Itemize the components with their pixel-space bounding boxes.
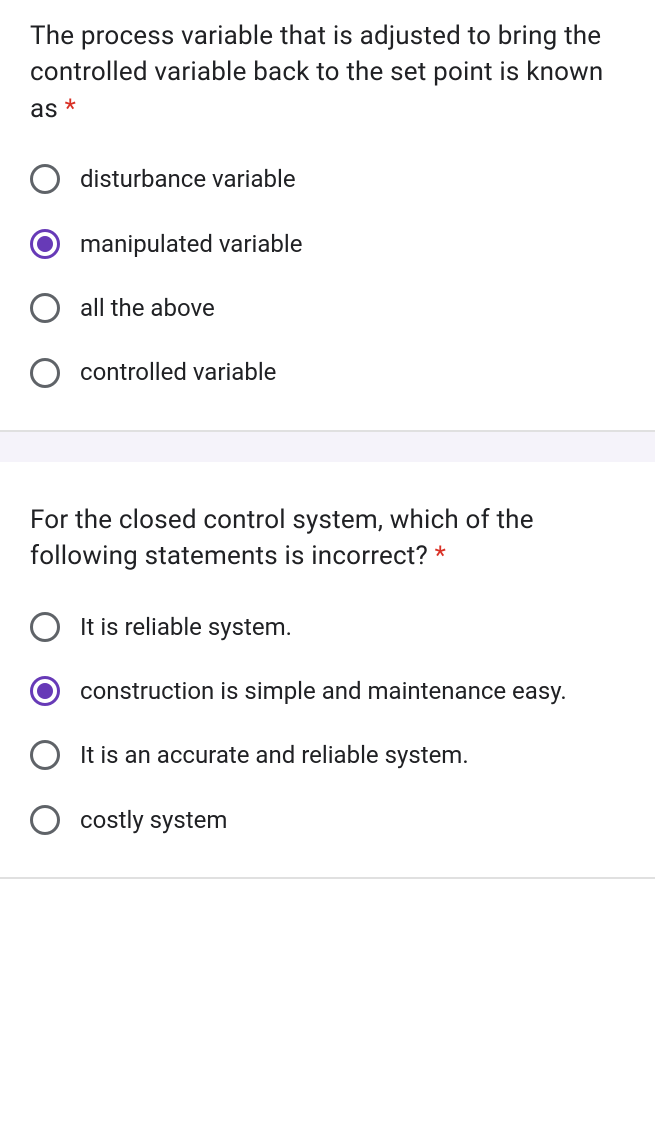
options-group: disturbance variable manipulated variabl… bbox=[30, 157, 625, 395]
option-label: manipulated variable bbox=[80, 228, 302, 260]
radio-icon bbox=[30, 805, 60, 835]
question-block-2: For the closed control system, which of … bbox=[0, 462, 655, 879]
radio-icon bbox=[30, 740, 60, 770]
question-prompt: For the closed control system, which of … bbox=[30, 505, 534, 571]
option-label: disturbance variable bbox=[80, 163, 296, 195]
option-label: construction is simple and maintenance e… bbox=[80, 675, 567, 707]
required-asterisk: * bbox=[435, 541, 446, 571]
radio-icon bbox=[30, 164, 60, 194]
question-text: For the closed control system, which of … bbox=[30, 502, 625, 575]
option-label: It is reliable system. bbox=[80, 611, 292, 643]
radio-option[interactable]: manipulated variable bbox=[30, 222, 625, 266]
question-text: The process variable that is adjusted to… bbox=[30, 18, 625, 127]
options-group: It is reliable system. construction is s… bbox=[30, 605, 625, 843]
section-divider bbox=[0, 432, 655, 462]
radio-option[interactable]: costly system bbox=[30, 798, 625, 842]
option-label: all the above bbox=[80, 292, 215, 324]
question-block-1: The process variable that is adjusted to… bbox=[0, 0, 655, 432]
option-label: It is an accurate and reliable system. bbox=[80, 739, 469, 771]
radio-icon bbox=[30, 358, 60, 388]
radio-option[interactable]: It is reliable system. bbox=[30, 605, 625, 649]
option-label: costly system bbox=[80, 804, 227, 836]
radio-option[interactable]: construction is simple and maintenance e… bbox=[30, 669, 625, 713]
radio-option[interactable]: It is an accurate and reliable system. bbox=[30, 733, 625, 777]
radio-icon-selected bbox=[30, 676, 60, 706]
question-prompt: The process variable that is adjusted to… bbox=[30, 21, 603, 124]
radio-option[interactable]: controlled variable bbox=[30, 350, 625, 394]
radio-option[interactable]: disturbance variable bbox=[30, 157, 625, 201]
radio-option[interactable]: all the above bbox=[30, 286, 625, 330]
radio-icon-selected bbox=[30, 229, 60, 259]
option-label: controlled variable bbox=[80, 356, 276, 388]
radio-icon bbox=[30, 293, 60, 323]
radio-icon bbox=[30, 612, 60, 642]
required-asterisk: * bbox=[65, 94, 76, 124]
